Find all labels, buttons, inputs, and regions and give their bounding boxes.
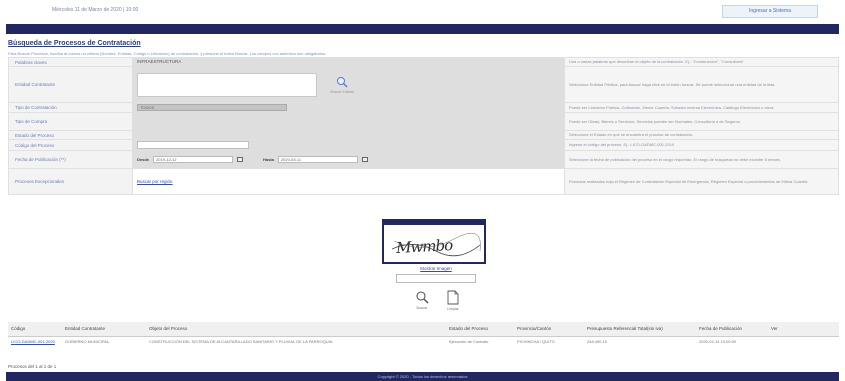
entity-search-button[interactable]: Buscar Entidad	[330, 76, 354, 94]
purchase-type-help: Puede ser Obras, Bienes o Servicios. Ser…	[564, 112, 839, 131]
status-help: Seleccione el Estado en que se encuentra…	[564, 130, 839, 140]
purchase-type-field[interactable]	[132, 112, 565, 131]
row-view[interactable]	[768, 336, 839, 358]
status-field[interactable]	[132, 130, 565, 140]
col-entity[interactable]: Entidad Contratante	[62, 322, 146, 337]
keywords-help: Una o varias palabras que describan el o…	[564, 57, 839, 67]
search-button[interactable]: Buscar	[411, 290, 433, 310]
row-date: 2020-02-14 10:00:00	[699, 338, 737, 344]
row-object: CONSTRUCCIÓN DEL SISTEMA DE ALCANTARILLA…	[149, 338, 333, 344]
col-view[interactable]: Ver	[768, 322, 839, 337]
date-to-label: Hasta	[263, 157, 274, 162]
footer: Copyright © 2020 - Todos los derechos re…	[6, 372, 839, 381]
entity-search-label: Buscar Entidad	[330, 89, 355, 94]
table-row: LICO-GADMC-001-2020 GOBIERNO MUNICIPAL C…	[8, 336, 839, 358]
exceptional-help: Procesos realizados bajo el Régimen de C…	[564, 168, 839, 195]
calendar-icon[interactable]	[361, 157, 368, 162]
process-code-link[interactable]: LICO-GADMC-001-2020	[11, 339, 55, 344]
status-label: Estado del Proceso	[8, 130, 133, 140]
row-budget: 248.490,10	[587, 338, 608, 344]
contract-type-help: Puede ser Licitación Pública, Cotización…	[564, 102, 839, 113]
keywords-label: Palabras claves	[8, 57, 133, 67]
login-button[interactable]: Ingresar a Sistema	[722, 5, 818, 18]
contract-type-label: Tipo de Contratación	[8, 102, 133, 113]
col-object[interactable]: Objeto del Proceso	[146, 322, 446, 337]
results-count: Procesos del 1 al 1 de 1	[8, 364, 57, 369]
form-row-date: Fecha de Publicación (**) Desde 2019-12-…	[8, 150, 839, 169]
search-form: Palabras claves INFRAESTRUCTURA Una o va…	[8, 57, 839, 195]
search-button-label: Buscar	[416, 306, 428, 310]
code-label: Código del Proceso	[8, 139, 133, 151]
date-label: Fecha de Publicación (**)	[8, 150, 133, 169]
entity-textarea[interactable]	[137, 72, 317, 97]
results-table: Código Entidad Contratante Objeto del Pr…	[8, 322, 839, 358]
form-row-contract-type: Tipo de Contratación TODOS Puede ser Lic…	[8, 102, 839, 113]
refresh-captcha-link[interactable]: Mostrar Imagen	[396, 266, 476, 271]
col-date[interactable]: Fecha de Publicación	[696, 322, 768, 337]
col-code[interactable]: Código	[8, 322, 62, 337]
form-row-purchase-type: Tipo de Compra Puede ser Obras, Bienes o…	[8, 112, 839, 131]
clear-button[interactable]: Limpiar	[442, 290, 464, 311]
row-entity: GOBIERNO MUNICIPAL	[65, 338, 110, 344]
keywords-field[interactable]: INFRAESTRUCTURA	[132, 57, 565, 67]
magnifier-icon	[337, 76, 348, 87]
purchase-type-label: Tipo de Compra	[8, 112, 133, 131]
captcha-graphic: Mwmbo	[391, 232, 481, 257]
region-search-link[interactable]: Buscar por región	[137, 179, 173, 184]
top-bar: Miércoles 11 de Marzo de 2020 | 10:00 In…	[0, 0, 845, 22]
contract-type-select[interactable]: TODOS	[137, 104, 287, 111]
col-budget[interactable]: Presupuesto Referencial Total(sin iva)	[584, 322, 696, 337]
date-from-input[interactable]: 2019-12-12	[153, 156, 234, 163]
col-status[interactable]: Estado del Proceso	[446, 322, 514, 337]
date-from-label: Desde	[137, 157, 150, 162]
code-help: Ingrese el código del proceso. Ej.: LICO…	[564, 139, 839, 151]
captcha-image: Mwmbo	[382, 219, 486, 264]
col-province[interactable]: Provincia/Cantón	[514, 322, 584, 337]
calendar-icon[interactable]	[237, 157, 244, 162]
captcha-input[interactable]	[396, 274, 476, 283]
magnifier-icon	[416, 291, 429, 304]
clear-button-label: Limpiar	[447, 307, 459, 311]
form-row-entity: Entidad Contratante Buscar Entidad Selec…	[8, 66, 839, 103]
row-province: PICHINCHA / QUITO	[517, 338, 555, 344]
form-row-status: Estado del Proceso Seleccione el Estado …	[8, 130, 839, 140]
form-row-code: Código del Proceso Ingrese el código del…	[8, 139, 839, 151]
entity-help: Seleccione Entidad Pública, para buscar …	[564, 66, 839, 103]
date-to-input[interactable]: 2020-03-11	[277, 156, 358, 163]
navigation-band	[6, 24, 839, 34]
results-header-row: Código Entidad Contratante Objeto del Pr…	[8, 322, 839, 337]
page-description: Para Buscar Procesos, escriba al menos u…	[8, 51, 327, 56]
current-date: Miércoles 11 de Marzo de 2020 | 10:00	[52, 7, 139, 13]
keywords-value: INFRAESTRUCTURA	[137, 59, 182, 64]
form-row-keywords: Palabras claves INFRAESTRUCTURA Una o va…	[8, 57, 839, 67]
exceptional-label: Procesos Excepcionales	[8, 168, 133, 195]
entity-label: Entidad Contratante	[8, 66, 133, 103]
date-help: Seleccione la fecha de publicación del p…	[564, 150, 839, 169]
code-input[interactable]	[137, 141, 249, 149]
document-icon	[447, 290, 459, 305]
row-status: Ejecución de Contrato	[449, 338, 489, 344]
page-title: Búsqueda de Procesos de Contratación	[8, 40, 141, 47]
form-row-exceptional: Procesos Excepcionales Buscar por región…	[8, 168, 839, 195]
